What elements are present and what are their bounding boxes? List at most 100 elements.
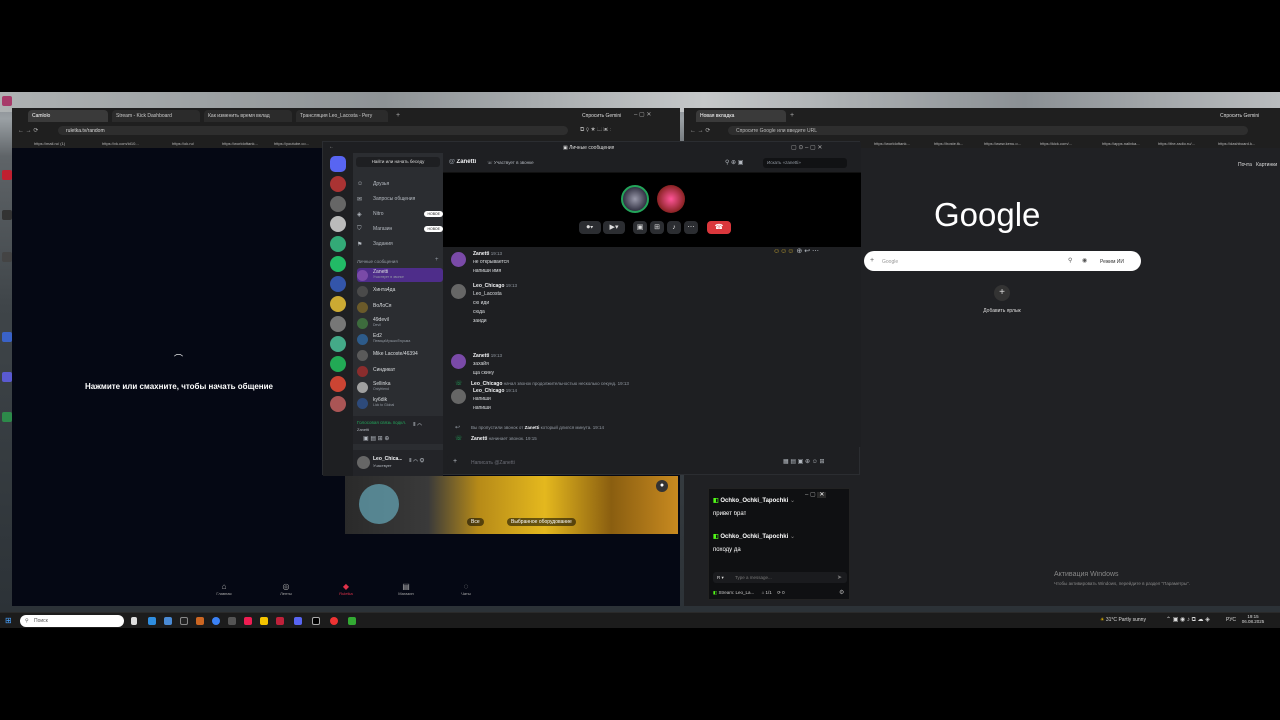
- taskbar-app-icon[interactable]: [312, 617, 320, 625]
- google-search-box[interactable]: + Google ⚲ ◉ Режим ИИ: [864, 251, 1141, 271]
- nav-home[interactable]: ⌂ Главная: [204, 582, 244, 596]
- message-author[interactable]: Leo_Chicago: [473, 283, 504, 289]
- message-author[interactable]: Leo_Chicago: [473, 388, 504, 394]
- discord-home-icon[interactable]: [330, 156, 346, 172]
- tab-new-tab[interactable]: Новая вкладка: [696, 110, 786, 122]
- tray-icons[interactable]: ⌃ ▣ ◉ ♪ ⧉ ☁ ◈: [1166, 616, 1210, 624]
- dm-item[interactable]: 49devil Devil: [357, 316, 443, 330]
- activities-button[interactable]: ⊞: [650, 221, 664, 234]
- find-conversation-button[interactable]: Найти или начать беседу: [356, 157, 440, 167]
- desktop-app-icon[interactable]: [2, 332, 12, 342]
- attach-icon[interactable]: +: [453, 458, 457, 465]
- message-author[interactable]: Zanetti: [473, 251, 489, 257]
- dm-item[interactable]: ky6dik Lick to Global: [357, 396, 443, 410]
- server-icon[interactable]: [330, 236, 346, 252]
- more-button[interactable]: ⋯: [684, 221, 698, 234]
- folder-icon[interactable]: [260, 617, 268, 625]
- avatar[interactable]: [451, 389, 466, 404]
- tab-time-article[interactable]: Как изменить время вклад: [204, 110, 292, 122]
- steam-icon[interactable]: [180, 617, 188, 625]
- chevron-down-icon[interactable]: ⌄: [790, 498, 795, 504]
- desktop-app-icon[interactable]: [2, 210, 12, 220]
- filter-chip-hardware[interactable]: Выбранное оборудование: [507, 518, 576, 526]
- composer-tools[interactable]: ▦ ▤ ▣ ⊕ ☺ ⊞: [783, 458, 825, 465]
- back-icon[interactable]: ←: [329, 144, 334, 150]
- end-call-button[interactable]: ☎: [707, 221, 731, 234]
- chat-username[interactable]: Ochko_Ochki_Tapochki: [720, 534, 788, 540]
- bookmark[interactable]: https://worldoftank...: [874, 141, 910, 146]
- server-icon[interactable]: [330, 176, 346, 192]
- server-icon[interactable]: [330, 316, 346, 332]
- desktop-app-icon[interactable]: [2, 252, 12, 262]
- ai-mode-button[interactable]: Режим ИИ: [1100, 259, 1124, 265]
- header-icons[interactable]: ⚲ ⊕ ▣: [725, 159, 743, 166]
- dm-item[interactable]: Ed2 ПевицаМузыкиТюрьма: [357, 332, 443, 346]
- camera-toggle[interactable]: ▶▾: [603, 221, 625, 234]
- desktop-app-icon[interactable]: [2, 372, 12, 382]
- nav-arrows[interactable]: ← → ⟳: [690, 127, 710, 134]
- server-icon[interactable]: [330, 296, 346, 312]
- chat-username[interactable]: Ochko_Ochki_Tapochki: [720, 498, 788, 504]
- chevron-down-icon[interactable]: ⌄: [790, 534, 795, 540]
- dm-item[interactable]: ВоЛоСя: [357, 300, 443, 314]
- new-tab-button[interactable]: +: [396, 112, 400, 119]
- input-language[interactable]: РУС: [1226, 617, 1236, 623]
- dm-item[interactable]: Хинта4да: [357, 284, 443, 298]
- server-icon[interactable]: [330, 196, 346, 212]
- chat-input[interactable]: R ▾ Type a message... ➤: [713, 572, 847, 583]
- voice-channel[interactable]: Zanetti: [357, 427, 369, 432]
- server-icon[interactable]: [330, 396, 346, 412]
- bookmark[interactable]: https://mail.ru/ (1): [34, 141, 65, 146]
- nav-friends[interactable]: ☺ Друзья: [357, 177, 443, 191]
- search-input[interactable]: Искать «zanetti»: [763, 158, 847, 168]
- message-author[interactable]: Zanetti: [473, 353, 489, 359]
- taskbar-app-icon[interactable]: [228, 617, 236, 625]
- taskbar-app-icon[interactable]: [276, 617, 284, 625]
- server-icon[interactable]: [330, 216, 346, 232]
- server-icon[interactable]: [330, 376, 346, 392]
- tab-stream[interactable]: Трансляция Leo_Lacosta - Регу: [296, 110, 388, 122]
- clock[interactable]: 19:15 06.08.2025: [1240, 614, 1266, 624]
- taskbar-app-icon[interactable]: [164, 617, 172, 625]
- bookmark[interactable]: https://vk.com/id10...: [102, 141, 139, 146]
- desktop-app-icon[interactable]: [2, 96, 12, 106]
- reaction-bar[interactable]: ☺☺☺ ⊕ ↩ ⋯: [773, 247, 819, 255]
- tiktok-icon[interactable]: [244, 617, 252, 625]
- edge-icon[interactable]: [148, 617, 156, 625]
- nav-chats[interactable]: ◌ Чаты: [446, 582, 486, 596]
- add-shortcut-label[interactable]: Добавить ярлык: [974, 308, 1030, 314]
- discord-icon[interactable]: [294, 617, 302, 625]
- dm-item[interactable]: Sellinka Onlyfriend: [357, 380, 443, 394]
- nav-ruletka[interactable]: ◆ Ruletka: [326, 582, 366, 596]
- voice-controls[interactable]: ⫴ ⌒: [413, 422, 422, 429]
- taskbar-search[interactable]: ⚲ Поиск: [20, 615, 124, 627]
- chrome-icon[interactable]: [330, 617, 338, 625]
- ask-gemini-button[interactable]: Спросить Gemini: [1220, 113, 1259, 119]
- dm-item[interactable]: Zanetti Участвует в звонке: [357, 268, 443, 282]
- mic-icon[interactable]: ●: [656, 480, 668, 492]
- server-icon[interactable]: [330, 276, 346, 292]
- filter-chip-all[interactable]: Все: [467, 518, 484, 526]
- server-icon[interactable]: [330, 336, 346, 352]
- window-controls[interactable]: – ▢ ✕: [634, 111, 651, 118]
- start-button[interactable]: ⊞: [5, 616, 12, 625]
- dm-item[interactable]: Mike Lacoste/46394: [357, 348, 443, 362]
- avatar[interactable]: [451, 252, 466, 267]
- nav-shop[interactable]: ⛉ Магазин НОВОЕ: [357, 222, 443, 236]
- participant-avatar[interactable]: [657, 185, 685, 213]
- add-shortcut-icon[interactable]: +: [994, 285, 1010, 301]
- desktop-app-icon[interactable]: [2, 170, 12, 180]
- message-composer[interactable]: + Написать @Zanetti ▦ ▤ ▣ ⊕ ☺ ⊞: [447, 454, 857, 471]
- bookmark[interactable]: https://youtube.co...: [274, 141, 309, 146]
- server-icon[interactable]: [330, 356, 346, 372]
- avatar[interactable]: [451, 354, 466, 369]
- address-bar[interactable]: ruletka.tv/random: [58, 126, 568, 135]
- new-dm-icon[interactable]: +: [435, 257, 439, 263]
- bookmark[interactable]: https://ok.ru/: [172, 141, 194, 146]
- ask-gemini-button[interactable]: Спросить Gemini: [582, 113, 621, 119]
- bookmark[interactable]: https://hoste.tk...: [934, 141, 963, 146]
- video-preview[interactable]: Все Выбранное оборудование ●: [345, 476, 678, 534]
- desktop-app-icon[interactable]: [2, 412, 12, 422]
- avatar[interactable]: [451, 284, 466, 299]
- soundboard-button[interactable]: ♪: [667, 221, 681, 234]
